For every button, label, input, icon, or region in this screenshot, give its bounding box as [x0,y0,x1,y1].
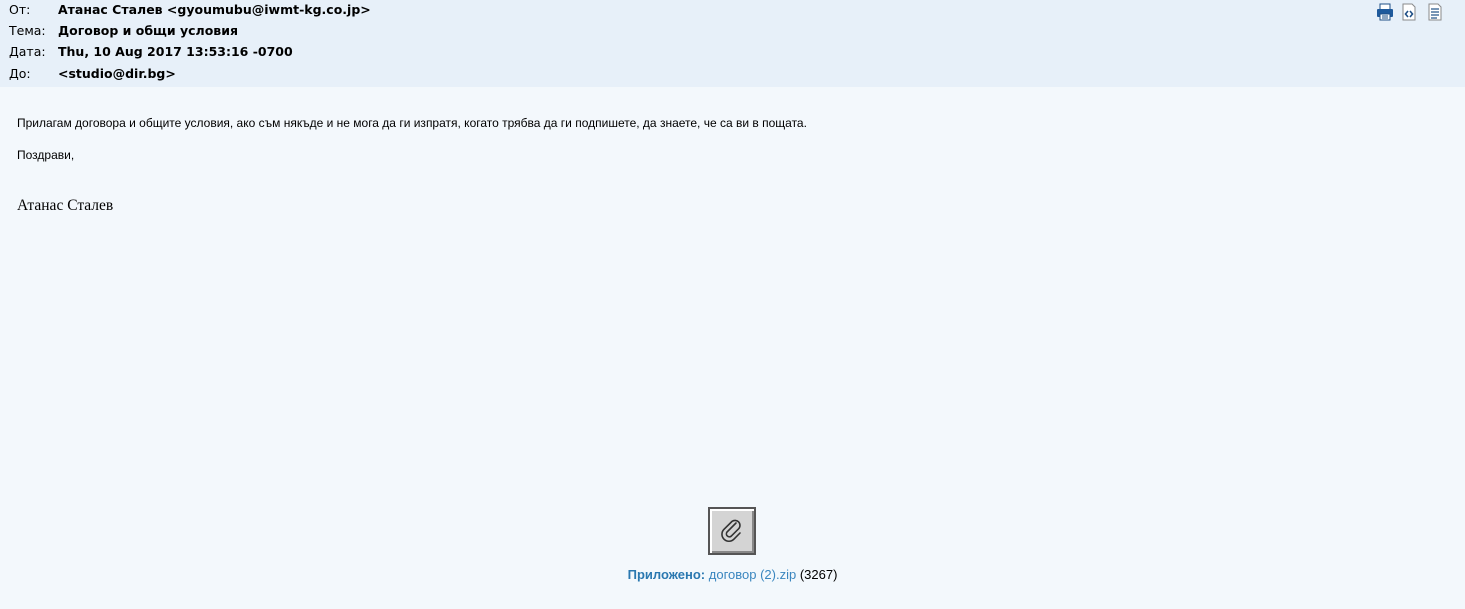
subject-label: Тема: [9,23,46,38]
attachment-button[interactable] [708,507,756,555]
message-greeting: Поздрави, [17,148,75,162]
message-header: От: Атанас Сталев <gyoumubu@iwmt-kg.co.j… [0,0,1465,87]
attachment-link[interactable]: договор (2).zip [709,567,796,582]
message-signature: Атанас Сталев [17,197,114,214]
from-value: Атанас Сталев <gyoumubu@iwmt-kg.co.jp> [58,2,371,17]
attachment-label: Приложено: [627,567,706,582]
date-value: Thu, 10 Aug 2017 13:53:16 -0700 [58,44,293,59]
view-source-icon[interactable] [1399,2,1419,22]
message-toolbar [1375,2,1465,24]
attachment-size: (3267) [799,567,838,582]
from-label: От: [9,2,31,17]
print-icon[interactable] [1375,2,1395,22]
to-label: До: [9,66,31,81]
to-value: <studio@dir.bg> [58,66,176,81]
headers-icon[interactable] [1425,2,1445,22]
message-paragraph: Прилагам договора и общите условия, ако … [17,116,807,130]
attachment-info: Приложено: договор (2).zip (3267) [0,567,1465,582]
date-label: Дата: [9,44,46,59]
subject-value: Договор и общи условия [58,23,238,38]
paperclip-icon [721,519,741,542]
